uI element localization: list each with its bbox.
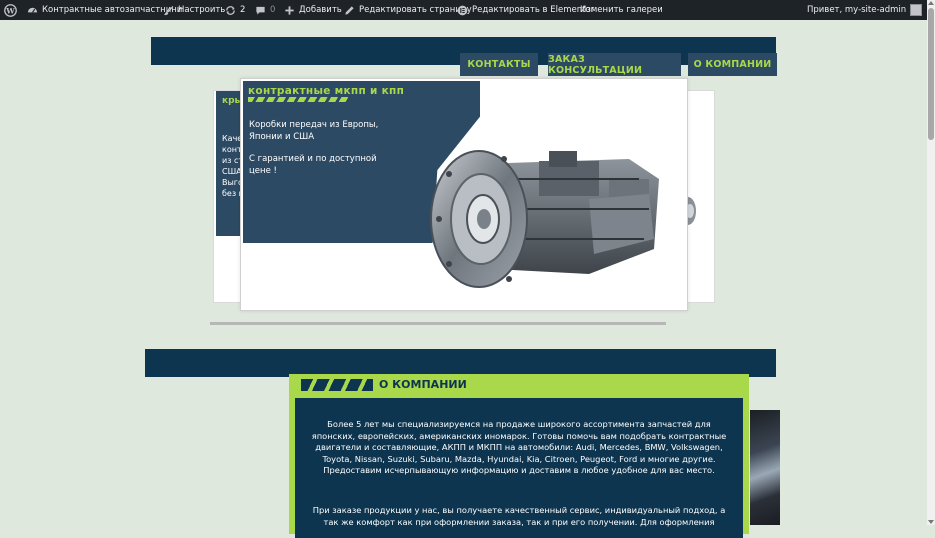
- wordpress-logo-button[interactable]: W: [4, 0, 17, 20]
- page-scrollbar[interactable]: [927, 0, 935, 525]
- updates-link[interactable]: 2: [225, 0, 245, 20]
- site-name-link[interactable]: Контрактные автозапчастнини: [27, 0, 182, 20]
- about-card: О КОМПАНИИ Более 5 лет мы специализируем…: [289, 374, 749, 538]
- greeting-label: Привет, my-site-admin: [807, 5, 907, 15]
- add-new-label: Добавить: [299, 5, 342, 15]
- elementor-icon: [457, 5, 468, 15]
- edit-page-link[interactable]: Редактировать страницу: [344, 0, 472, 20]
- slider-scrollbar[interactable]: [210, 322, 666, 325]
- dashboard-icon: [27, 7, 38, 13]
- svg-text:W: W: [5, 6, 15, 15]
- title-stripes-decoration: [248, 97, 348, 102]
- edit-gallery-label: Изменить галереи: [580, 5, 663, 15]
- updates-count: 2: [240, 5, 246, 15]
- comment-icon: [256, 6, 265, 15]
- gearbox-image: [430, 150, 659, 288]
- about-header-strip: [145, 349, 776, 377]
- nav-consultation-button[interactable]: ЗАКАЗ КОНСУЛЬТАЦИИ: [548, 53, 681, 76]
- comments-count: 0: [270, 5, 276, 15]
- main-slide-line1: Коробки передач из Европы, Японии и США: [249, 120, 379, 142]
- pencil-icon: [345, 5, 354, 15]
- wordpress-icon: W: [4, 3, 17, 17]
- about-heading-label: О КОМПАНИИ: [379, 378, 467, 391]
- about-heading: О КОМПАНИИ: [301, 378, 467, 391]
- edit-gallery-link[interactable]: Изменить галереи: [580, 0, 663, 20]
- scroll-up-arrow-icon[interactable]: [928, 1, 934, 5]
- search-button[interactable]: [911, 0, 922, 20]
- customize-link[interactable]: Настроить: [163, 0, 225, 20]
- nav-about-button[interactable]: О КОМПАНИИ: [688, 53, 777, 76]
- edit-elementor-label: Редактировать в Elementor: [472, 5, 595, 15]
- search-icon: [911, 5, 922, 15]
- slider-main-slide[interactable]: контрактные мкпп и кпп Коробки передач и…: [240, 78, 688, 311]
- customize-label: Настроить: [178, 5, 226, 15]
- plus-icon: [285, 5, 294, 15]
- edit-elementor-link[interactable]: Редактировать в Elementor: [457, 0, 594, 20]
- comments-link[interactable]: 0: [255, 0, 275, 20]
- main-slide-text: Коробки передач из Европы, Японии и США …: [249, 120, 389, 188]
- engine-photo: [750, 410, 780, 525]
- edit-page-label: Редактировать страницу: [359, 5, 472, 15]
- about-text-box: Более 5 лет мы специализируемся на прода…: [295, 398, 743, 538]
- about-paragraph-1: Более 5 лет мы специализируемся на прода…: [311, 419, 727, 475]
- wp-admin-bar: W Контрактные автозапчастнини Настроить …: [0, 0, 927, 20]
- site-name-label: Контрактные автозапчастнини: [42, 5, 183, 15]
- heading-stripes-decoration: [301, 378, 373, 391]
- nav-contacts-button[interactable]: КОНТАКТЫ: [460, 53, 538, 76]
- updates-icon: [226, 5, 235, 15]
- main-slide-line2: С гарантией и по доступной цене !: [249, 154, 377, 176]
- user-account-link[interactable]: Привет, my-site-admin: [807, 0, 923, 20]
- brush-icon: [163, 5, 174, 15]
- scrollbar-thumb[interactable]: [928, 8, 934, 140]
- scroll-down-arrow-icon[interactable]: [928, 520, 934, 524]
- add-new-link[interactable]: Добавить: [284, 0, 342, 20]
- main-slide-title: контрактные мкпп и кпп: [248, 85, 405, 97]
